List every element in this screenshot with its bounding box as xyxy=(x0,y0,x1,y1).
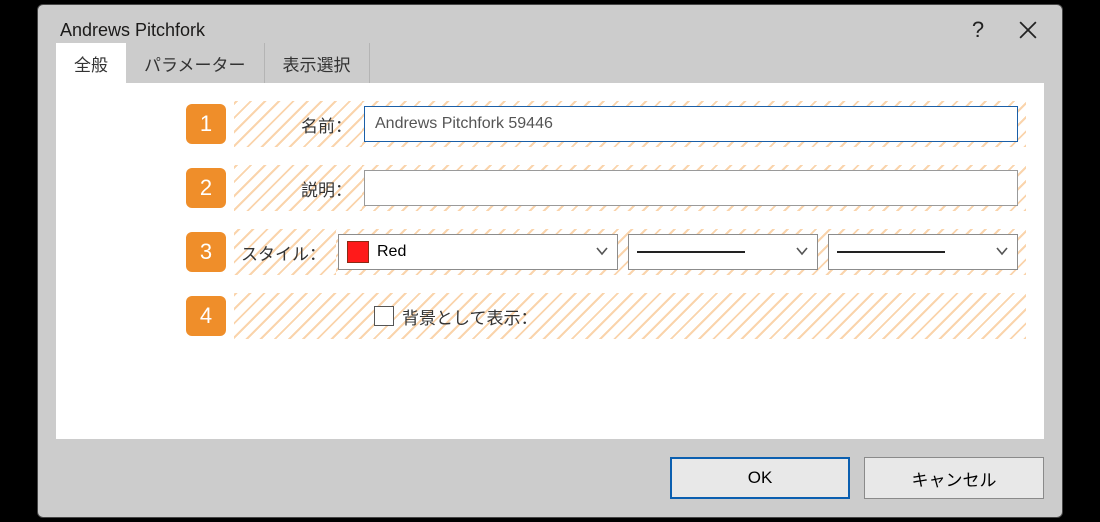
line-width-select[interactable] xyxy=(828,234,1018,270)
badge-2: 2 xyxy=(186,168,226,208)
cancel-button[interactable]: キャンセル xyxy=(864,457,1044,499)
line-style-preview xyxy=(637,251,745,253)
tab-parameters[interactable]: パラメーター xyxy=(126,43,265,83)
color-swatch-icon xyxy=(347,241,369,263)
help-button[interactable]: ? xyxy=(956,12,1000,48)
chevron-down-icon xyxy=(595,243,609,261)
description-input[interactable] xyxy=(364,170,1018,206)
color-select[interactable]: Red xyxy=(338,234,618,270)
chevron-down-icon xyxy=(995,243,1009,261)
tab-display[interactable]: 表示選択 xyxy=(265,43,370,83)
row-name: 1 名前： xyxy=(186,101,1026,147)
ok-button[interactable]: OK xyxy=(670,457,850,499)
line-width-preview xyxy=(837,251,945,253)
field-description xyxy=(362,165,1026,211)
chevron-down-icon xyxy=(795,243,809,261)
close-icon xyxy=(1019,21,1037,39)
tab-strip: 全般 パラメーター 表示選択 xyxy=(56,43,370,83)
label-description: 説明： xyxy=(234,165,362,211)
color-name: Red xyxy=(377,243,406,261)
badge-1: 1 xyxy=(186,104,226,144)
dialog-title: Andrews Pitchfork xyxy=(60,20,956,41)
close-button[interactable] xyxy=(1006,12,1050,48)
row-description: 2 説明： xyxy=(186,165,1026,211)
field-style: Red xyxy=(336,229,1026,275)
line-style-select[interactable] xyxy=(628,234,818,270)
row-style: 3 スタイル： Red xyxy=(186,229,1026,275)
label-style: スタイル： xyxy=(234,229,336,275)
dialog-window: Andrews Pitchfork ? 全般 パラメーター 表示選択 1 名前： xyxy=(37,4,1063,518)
tab-content: 1 名前： 2 説明： 3 スタイル： xyxy=(56,83,1044,439)
background-checkbox[interactable] xyxy=(374,306,394,326)
badge-4: 4 xyxy=(186,296,226,336)
tab-general[interactable]: 全般 xyxy=(56,43,126,83)
label-name: 名前： xyxy=(234,101,362,147)
dialog-footer: OK キャンセル xyxy=(670,457,1044,499)
badge-3: 3 xyxy=(186,232,226,272)
row-background: 4 背景として表示： xyxy=(186,293,1026,339)
field-background: 背景として表示： xyxy=(234,293,1026,339)
background-checkbox-label: 背景として表示： xyxy=(402,304,538,329)
background-checkbox-wrapper[interactable]: 背景として表示： xyxy=(368,304,538,329)
form-area: 1 名前： 2 説明： 3 スタイル： xyxy=(186,101,1026,339)
field-name xyxy=(362,101,1026,147)
name-input[interactable] xyxy=(364,106,1018,142)
